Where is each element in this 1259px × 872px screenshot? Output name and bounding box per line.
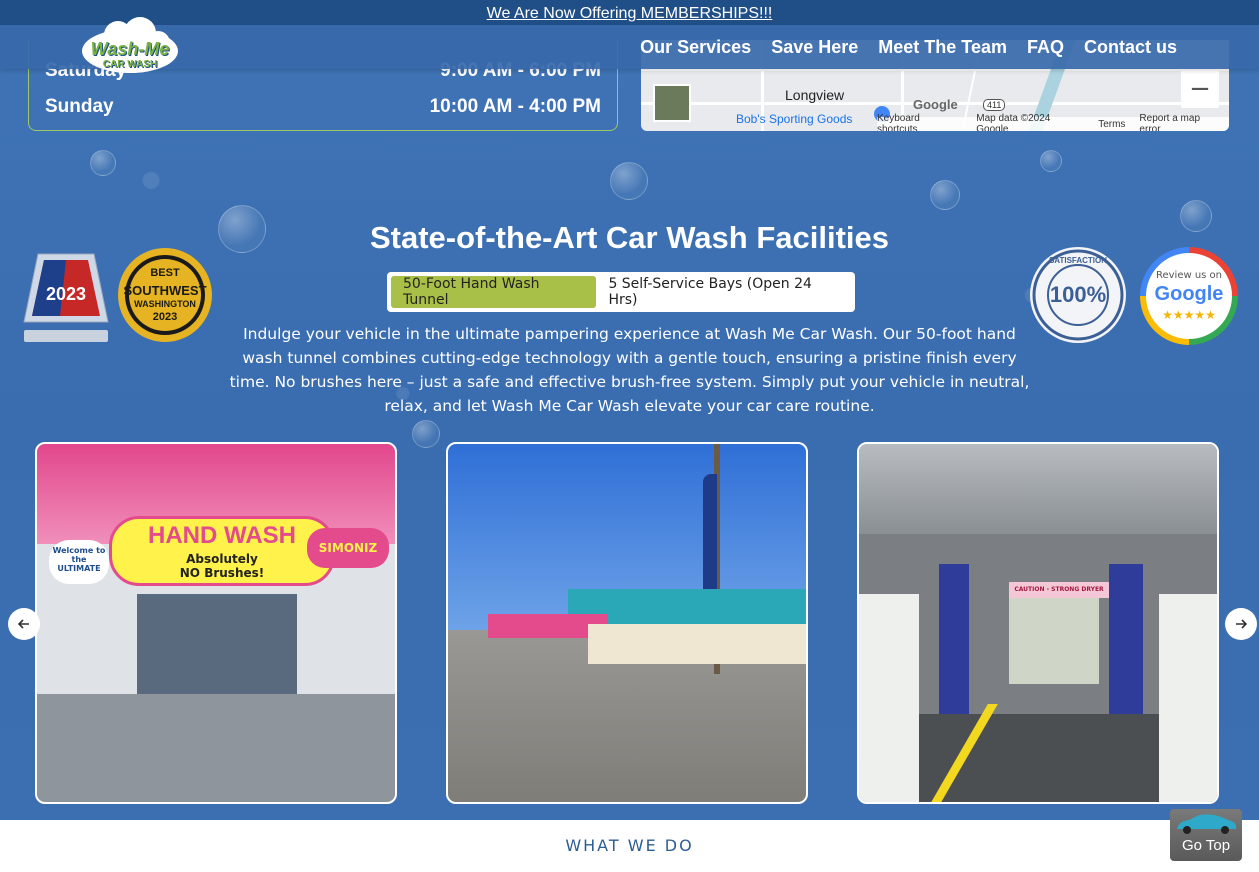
sign-sub-text: Absolutely xyxy=(186,552,258,566)
nav-meet-the-team[interactable]: Meet The Team xyxy=(878,37,1007,58)
announcement-bar: We Are Now Offering MEMBERSHIPS!!! xyxy=(0,0,1259,25)
review-brand: Google xyxy=(1154,283,1224,305)
dryer-curtain xyxy=(939,564,969,734)
tunnel-ceiling xyxy=(859,444,1217,534)
google-logo: Google xyxy=(913,97,958,112)
map-zoom-out-button[interactable]: − xyxy=(1181,70,1219,108)
go-top-label: Go Top xyxy=(1181,837,1231,854)
nav-save-here[interactable]: Save Here xyxy=(771,37,858,58)
carousel-slide[interactable] xyxy=(446,442,808,804)
carousel-next-button[interactable] xyxy=(1225,608,1257,640)
satisfaction-text: SATISFACTION xyxy=(1048,256,1108,265)
sign-sub-text: NO Brushes! xyxy=(179,566,265,580)
car-icon xyxy=(1177,814,1237,834)
nav-contact-us[interactable]: Contact us xyxy=(1084,37,1177,58)
map-poi-label[interactable]: Bob's Sporting Goods xyxy=(736,112,852,126)
map-place-label: Longview xyxy=(785,87,845,103)
carousel-prev-button[interactable] xyxy=(8,608,40,640)
tunnel-exit xyxy=(1009,584,1099,684)
carousel-slide[interactable]: HAND WASH Absolutely NO Brushes! Welcome… xyxy=(35,442,397,804)
facility-tabs: 50-Foot Hand Wash Tunnel 5 Self-Service … xyxy=(387,272,855,312)
tunnel-opening xyxy=(137,594,297,704)
simoniz-sign: SIMONIZ xyxy=(307,528,389,568)
best-of-region: SOUTHWEST xyxy=(123,283,207,298)
map-keyboard-shortcuts[interactable]: Keyboard shortcuts xyxy=(877,113,962,131)
sign-main-text: HAND WASH xyxy=(148,522,296,549)
main-navigation: Wash-Me CAR WASH Our Services Save Here … xyxy=(0,17,1259,73)
bubble-decoration xyxy=(930,180,960,210)
facility-description: Indulge your vehicle in the ultimate pam… xyxy=(229,325,1030,415)
slide-ground xyxy=(37,694,395,802)
logo-wordmark: Wash-Me xyxy=(90,39,170,59)
award-crystal-badge: 2023 xyxy=(20,246,112,346)
bubble-decoration xyxy=(610,162,648,200)
arrow-right-icon xyxy=(1236,619,1248,629)
best-of-top: BEST xyxy=(150,267,180,279)
map-report-link[interactable]: Report a map error xyxy=(1139,113,1223,131)
building-wall xyxy=(588,624,806,664)
hours-time: 10:00 AM - 4:00 PM xyxy=(429,96,601,117)
tunnel-wall xyxy=(1159,594,1217,802)
arrow-left-icon xyxy=(17,619,29,629)
best-of-year: 2023 xyxy=(152,311,178,323)
hours-day: Sunday xyxy=(45,96,114,117)
welcome-cloud-sign: Welcome to the ULTIMATE xyxy=(49,540,109,584)
bubble-decoration xyxy=(1040,150,1062,172)
what-we-do-heading: WHAT WE DO xyxy=(565,836,694,855)
caution-sign: CAUTION - STRONG DRYER xyxy=(1009,582,1109,598)
map-satellite-thumbnail[interactable] xyxy=(653,84,691,122)
hours-row: Sunday 10:00 AM - 4:00 PM xyxy=(45,96,601,118)
map-route-badge: 411 xyxy=(983,99,1006,111)
logo-subtitle: CAR WASH xyxy=(102,59,158,70)
go-top-button[interactable]: Go Top xyxy=(1170,809,1242,861)
review-stars: ★★★★★ xyxy=(1162,308,1216,322)
review-text: Review us on xyxy=(1155,270,1223,281)
nav-links: Our Services Save Here Meet The Team FAQ… xyxy=(640,25,1177,69)
site-logo[interactable]: Wash-Me CAR WASH xyxy=(80,17,180,77)
carousel-slide[interactable]: CAUTION - STRONG DRYER xyxy=(857,442,1219,804)
section-title: State-of-the-Art Car Wash Facilities xyxy=(369,220,890,255)
award-year: 2023 xyxy=(45,284,87,304)
tunnel-wall xyxy=(859,594,919,802)
map-footer: Keyboard shortcuts Map data ©2024 Google… xyxy=(877,113,1229,131)
map-terms-link[interactable]: Terms xyxy=(1098,119,1125,130)
satisfaction-badge: 100% SATISFACTION xyxy=(1029,246,1127,344)
nav-our-services[interactable]: Our Services xyxy=(640,37,751,58)
map-data-credit: Map data ©2024 Google xyxy=(976,113,1051,131)
bubble-decoration xyxy=(412,420,440,448)
best-of-badge: BEST SOUTHWEST WASHINGTON 2023 xyxy=(117,247,213,343)
dryer-curtain xyxy=(1109,564,1143,734)
what-we-do-section: WHAT WE DO xyxy=(0,820,1259,872)
announcement-link[interactable]: We Are Now Offering MEMBERSHIPS!!! xyxy=(487,5,773,22)
bubble-decoration xyxy=(90,150,116,176)
best-of-state: WASHINGTON xyxy=(134,299,196,309)
satisfaction-number: 100% xyxy=(1049,282,1107,307)
tab-hand-wash-tunnel[interactable]: 50-Foot Hand Wash Tunnel xyxy=(391,276,597,308)
tab-self-service-bays[interactable]: 5 Self-Service Bays (Open 24 Hrs) xyxy=(596,276,851,308)
google-review-badge[interactable]: Review us on Google ★★★★★ xyxy=(1139,246,1239,346)
nav-faq[interactable]: FAQ xyxy=(1027,37,1064,58)
